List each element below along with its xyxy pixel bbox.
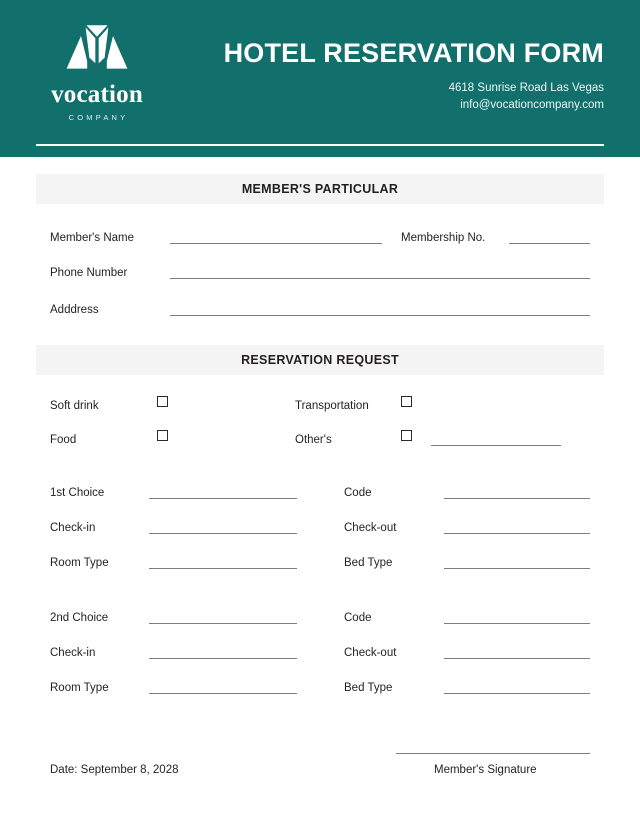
address-input[interactable] xyxy=(170,315,590,316)
checkbox-soft-drink[interactable] xyxy=(157,396,168,407)
second-choice-input[interactable] xyxy=(149,623,297,624)
phone-number-input[interactable] xyxy=(170,278,590,279)
brand-tagline: COMPANY xyxy=(68,113,129,122)
first-choice-label: 1st Choice xyxy=(50,487,105,499)
contact-email: info@vocationcompany.com xyxy=(460,99,604,111)
signature-input[interactable] xyxy=(396,753,590,754)
header-divider xyxy=(36,144,604,146)
mountain-peaks-logo-icon xyxy=(66,25,128,69)
section-header-reservation-label: RESERVATION REQUEST xyxy=(241,353,399,367)
checkbox-label-soft-drink: Soft drink xyxy=(50,400,99,412)
second-room-type-input[interactable] xyxy=(149,693,297,694)
page-title: HOTEL RESERVATION FORM xyxy=(223,38,604,68)
second-check-in-input[interactable] xyxy=(149,658,297,659)
second-bed-type-input[interactable] xyxy=(444,693,590,694)
second-check-in-label: Check-in xyxy=(50,647,96,659)
checkbox-label-food: Food xyxy=(50,434,77,446)
form-body: MEMBER'S PARTICULAR Member's Name Member… xyxy=(0,157,640,828)
second-choice-label: 2nd Choice xyxy=(50,612,109,624)
contact-info: 4618 Sunrise Road Las Vegas info@vocatio… xyxy=(449,80,604,114)
brand-wordmark: vocation xyxy=(51,81,143,108)
second-check-out-input[interactable] xyxy=(444,658,590,659)
first-room-type-input[interactable] xyxy=(149,568,297,569)
second-check-out-label: Check-out xyxy=(344,647,397,659)
first-check-out-label: Check-out xyxy=(344,522,397,534)
phone-number-label: Phone Number xyxy=(50,267,128,279)
first-code-input[interactable] xyxy=(444,498,590,499)
member-name-label: Member's Name xyxy=(50,232,134,244)
first-code-label: Code xyxy=(344,487,372,499)
section-header-member: MEMBER'S PARTICULAR xyxy=(36,174,604,204)
others-input[interactable] xyxy=(431,445,561,446)
second-room-type-label: Room Type xyxy=(50,682,109,694)
membership-no-input[interactable] xyxy=(509,243,590,244)
first-room-type-label: Room Type xyxy=(50,557,109,569)
section-header-member-label: MEMBER'S PARTICULAR xyxy=(241,182,399,196)
first-bed-type-input[interactable] xyxy=(444,568,590,569)
date-text: Date: September 8, 2028 xyxy=(50,764,179,776)
membership-no-label: Membership No. xyxy=(401,232,486,244)
first-check-out-input[interactable] xyxy=(444,533,590,534)
brand-logo: vocation COMPANY xyxy=(36,24,158,122)
first-choice-input[interactable] xyxy=(149,498,297,499)
contact-address: 4618 Sunrise Road Las Vegas xyxy=(448,82,604,94)
first-check-in-label: Check-in xyxy=(50,522,96,534)
checkbox-label-transportation: Transportation xyxy=(295,400,369,412)
second-code-label: Code xyxy=(344,612,372,624)
page-header: vocation COMPANY HOTEL RESERVATION FORM … xyxy=(0,0,640,157)
checkbox-transportation[interactable] xyxy=(401,396,412,407)
section-header-reservation: RESERVATION REQUEST xyxy=(36,345,604,375)
signature-label: Member's Signature xyxy=(434,764,537,776)
checkbox-others[interactable] xyxy=(401,430,412,441)
first-bed-type-label: Bed Type xyxy=(344,557,393,569)
second-code-input[interactable] xyxy=(444,623,590,624)
first-check-in-input[interactable] xyxy=(149,533,297,534)
checkbox-food[interactable] xyxy=(157,430,168,441)
checkbox-label-others: Other's xyxy=(295,434,332,446)
member-name-input[interactable] xyxy=(170,243,382,244)
second-bed-type-label: Bed Type xyxy=(344,682,393,694)
address-label: Adddress xyxy=(50,304,99,316)
